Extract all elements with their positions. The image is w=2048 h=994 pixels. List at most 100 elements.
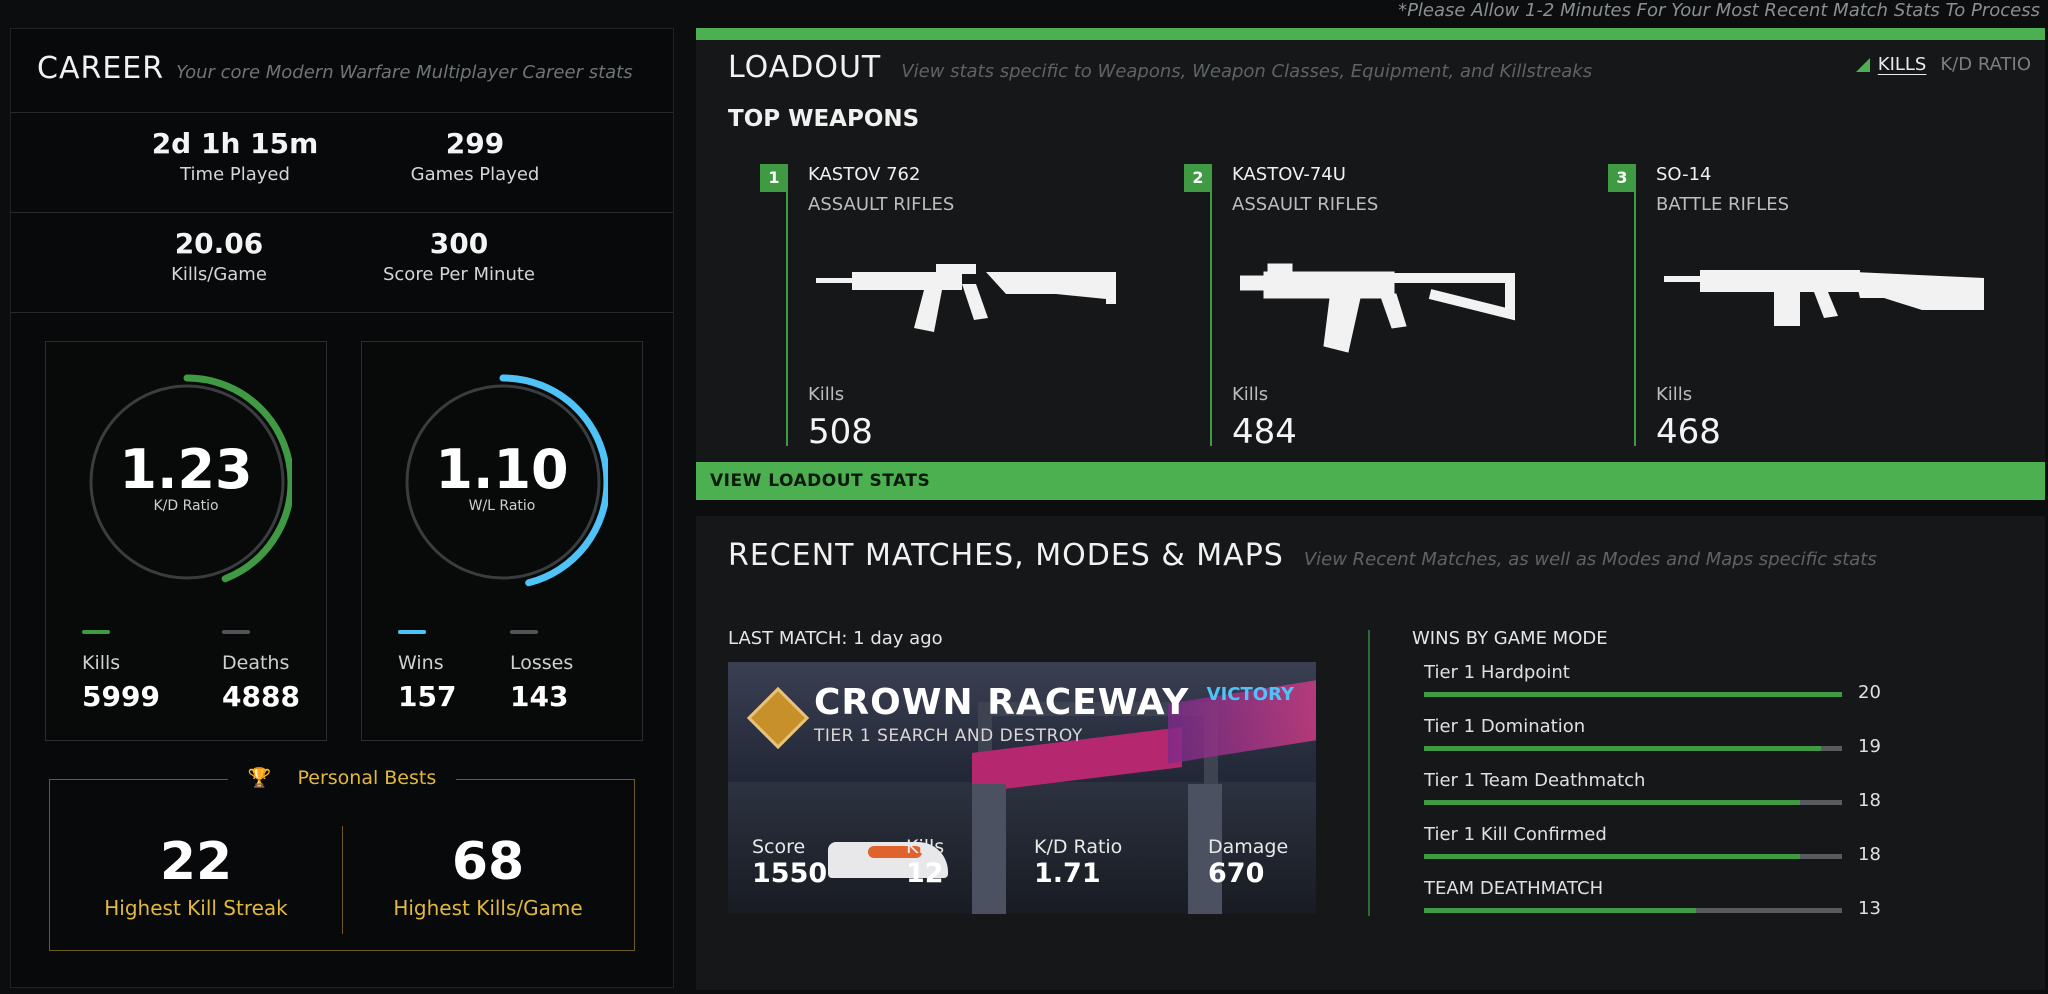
loadout-header: LOADOUT View stats specific to Weapons, … — [728, 50, 1592, 85]
match-result-badge: VICTORY — [1206, 684, 1294, 705]
mode-name: TEAM DEATHMATCH — [1424, 878, 1604, 899]
map-image-pillar — [972, 784, 1006, 914]
sort-kills-tab[interactable]: KILLS — [1878, 54, 1927, 75]
match-stat-value: 12 — [906, 858, 944, 889]
mode-row[interactable]: Tier 1 Domination 19 — [1424, 716, 1904, 757]
sort-kd-tab[interactable]: K/D RATIO — [1940, 54, 2031, 75]
career-subtitle: Your core Modern Warfare Multiplayer Car… — [176, 62, 633, 83]
mode-row[interactable]: Tier 1 Kill Confirmed 18 — [1424, 824, 1904, 865]
match-damage-stat: Damage 670 — [1208, 836, 1288, 889]
trophy-icon: 🏆 — [237, 767, 282, 789]
wl-ratio-card: 1.10 W/L Ratio Wins 157 Losses 143 — [361, 341, 643, 741]
mode-bar-track — [1424, 854, 1842, 859]
recent-title: RECENT MATCHES, MODES & MAPS — [728, 538, 1284, 573]
weapon-name: KASTOV-74U — [1232, 164, 1346, 185]
wl-label: W/L Ratio — [468, 498, 536, 514]
weapon-rank-badge: 3 — [1608, 164, 1636, 192]
weapon-card[interactable]: 1 KASTOV 762 ASSAULT RIFLES Kills 508 — [696, 164, 1116, 452]
weapon-rank-line — [786, 164, 788, 446]
wins-label: Wins — [398, 652, 444, 674]
losses-dash — [510, 630, 538, 634]
match-stat-label: Damage — [1208, 836, 1289, 858]
mode-bar-fill — [1424, 908, 1696, 913]
mode-name: Tier 1 Hardpoint — [1424, 662, 1570, 683]
recent-header: RECENT MATCHES, MODES & MAPS View Recent… — [728, 538, 1877, 573]
weapon-kills-value: 468 — [1656, 412, 1721, 452]
weapon-class: ASSAULT RIFLES — [808, 194, 955, 215]
recent-matches-panel: RECENT MATCHES, MODES & MAPS View Recent… — [696, 516, 2045, 990]
mode-bar-track — [1424, 746, 1842, 751]
loadout-panel: LOADOUT View stats specific to Weapons, … — [696, 28, 2045, 500]
losses-value: 143 — [510, 680, 569, 713]
highest-kills-game-value: 68 — [451, 832, 525, 892]
career-row-1: 2d 1h 15m Time Played 299 Games Played — [11, 113, 673, 213]
processing-notice: *Please Allow 1-2 Minutes For Your Most … — [1398, 0, 2040, 21]
losses-label: Losses — [510, 652, 574, 674]
rank-emblem-icon — [746, 686, 810, 750]
weapon-rank-line — [1210, 164, 1212, 446]
deaths-dash — [222, 630, 250, 634]
weapon-rank-line — [1634, 164, 1636, 446]
wins-dash — [398, 630, 426, 634]
career-row-2: 20.06 Kills/Game 300 Score Per Minute — [11, 213, 673, 313]
mode-wins: 19 — [1858, 736, 1881, 757]
kd-label: K/D Ratio — [153, 498, 219, 514]
match-stat-label: K/D Ratio — [1034, 836, 1123, 858]
match-stat-label: Kills — [906, 836, 945, 858]
battle-rifle-icon — [1664, 270, 1984, 326]
career-panel: CAREER Your core Modern Warfare Multipla… — [10, 28, 674, 988]
spm-label: Score Per Minute — [382, 264, 536, 285]
match-stat-value: 670 — [1208, 858, 1265, 889]
mode-row[interactable]: TEAM DEATHMATCH 13 — [1424, 878, 1904, 919]
kills-per-game-label: Kills/Game — [171, 264, 267, 285]
weapon-card[interactable]: 2 KASTOV-74U ASSAULT RIFLES Kills 484 — [1120, 164, 1540, 452]
games-played-value: 299 — [445, 127, 505, 160]
mode-wins: 18 — [1858, 790, 1881, 811]
highest-kills-game: 68 Highest Kills/Game — [342, 832, 634, 920]
games-played-stat: 299 Games Played — [355, 127, 595, 185]
loadout-subtitle: View stats specific to Weapons, Weapon C… — [901, 61, 1593, 82]
kd-ratio-card: 1.23 K/D Ratio Kills 5999 Deaths 4888 — [45, 341, 327, 741]
mode-row[interactable]: Tier 1 Hardpoint 20 — [1424, 662, 1904, 703]
mode-name: Tier 1 Kill Confirmed — [1424, 824, 1607, 845]
wins-value: 157 — [398, 680, 457, 713]
wins-by-mode-title: WINS BY GAME MODE — [1412, 628, 1608, 649]
kills-per-game-value: 20.06 — [174, 227, 264, 260]
kills-per-game-stat: 20.06 Kills/Game — [99, 227, 339, 285]
recent-divider — [1368, 630, 1370, 916]
mode-row[interactable]: Tier 1 Team Deathmatch 18 — [1424, 770, 1904, 811]
match-map-name: CROWN RACEWAY — [814, 682, 1190, 723]
personal-bests-title: Personal Bests — [287, 767, 447, 789]
assault-rifle-icon — [1240, 263, 1515, 353]
kills-value: 5999 — [82, 680, 160, 713]
wins-stat: Wins 157 — [398, 630, 456, 713]
match-mode: TIER 1 SEARCH AND DESTROY — [814, 726, 1083, 746]
kills-dash — [82, 630, 110, 634]
time-played-stat: 2d 1h 15m Time Played — [115, 127, 355, 185]
mode-bar-fill — [1424, 800, 1801, 805]
weapon-rank-badge: 1 — [760, 164, 788, 192]
view-loadout-stats-button[interactable]: VIEW LOADOUT STATS — [696, 462, 2045, 500]
match-kd-stat: K/D Ratio 1.71 — [1034, 836, 1122, 889]
assault-rifle-icon — [816, 264, 1116, 332]
mode-bar-track — [1424, 800, 1842, 805]
weapon-kills-label: Kills — [1656, 384, 1693, 405]
mode-bar-fill — [1424, 692, 1842, 697]
loadout-title: LOADOUT — [728, 50, 882, 85]
last-match-card[interactable]: CROWN RACEWAY TIER 1 SEARCH AND DESTROY … — [728, 662, 1316, 914]
spm-stat: 300 Score Per Minute — [339, 227, 579, 285]
weapon-name: SO-14 — [1656, 164, 1712, 185]
spm-value: 300 — [429, 227, 489, 260]
highest-kill-streak: 22 Highest Kill Streak — [50, 832, 342, 920]
weapon-rank-badge: 2 — [1184, 164, 1212, 192]
deaths-label: Deaths — [222, 652, 290, 674]
kills-stat: Kills 5999 — [82, 630, 160, 713]
weapon-class: ASSAULT RIFLES — [1232, 194, 1379, 215]
weapon-card[interactable]: 3 SO-14 BATTLE RIFLES Kills 468 — [1544, 164, 1984, 452]
weapon-kills-value: 508 — [808, 412, 873, 452]
games-played-label: Games Played — [410, 164, 540, 185]
mode-wins: 13 — [1858, 898, 1881, 919]
career-header: CAREER Your core Modern Warfare Multipla… — [11, 29, 673, 113]
last-match-label: LAST MATCH: 1 day ago — [728, 628, 943, 649]
mode-bar-fill — [1424, 746, 1822, 751]
